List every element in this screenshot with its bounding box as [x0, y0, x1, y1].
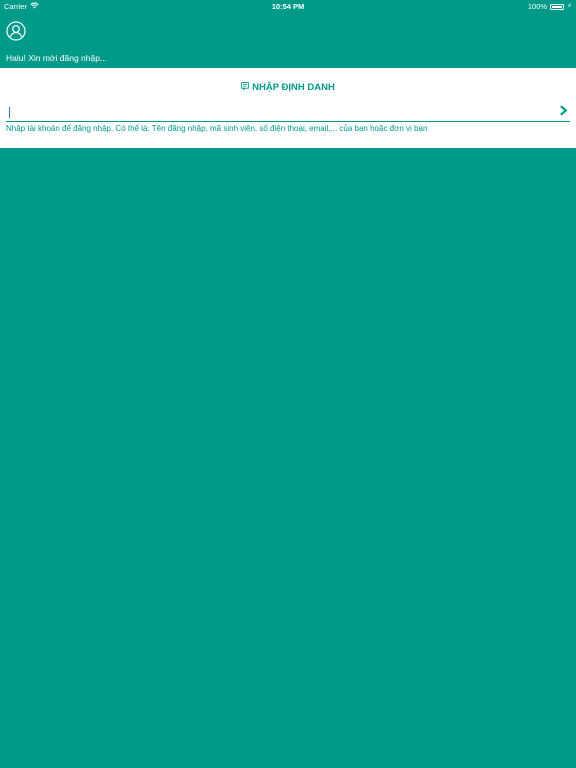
greeting-text: Halu! Xin mời đăng nhập...: [6, 53, 108, 63]
panel-title-label: NHẬP ĐỊNH DANH: [252, 82, 335, 93]
identity-input-row: [6, 104, 570, 122]
user-avatar-icon[interactable]: [6, 21, 26, 41]
battery-icon: [550, 3, 565, 10]
text-caret: [9, 107, 10, 118]
status-time: 10:54 PM: [271, 2, 305, 11]
id-card-icon: [241, 82, 249, 93]
header: Halu! Xin mời đăng nhập...: [0, 12, 576, 68]
status-bar: Carrier 10:54 PM 100% ⚡: [0, 0, 576, 12]
identity-input[interactable]: [6, 104, 546, 121]
input-hint: Nhập tài khoản để đăng nhập. Có thể là: …: [6, 124, 428, 133]
submit-button[interactable]: [556, 105, 570, 119]
login-panel: NHẬP ĐỊNH DANH Nhập tài khoản để đăng nh…: [0, 68, 576, 148]
battery-group: 100% ⚡: [528, 2, 572, 11]
panel-title: NHẬP ĐỊNH DANH: [0, 82, 576, 93]
chevron-right-icon: [559, 103, 568, 121]
battery-percentage: 100%: [527, 2, 548, 11]
charging-bolt-icon: ⚡: [567, 3, 572, 10]
